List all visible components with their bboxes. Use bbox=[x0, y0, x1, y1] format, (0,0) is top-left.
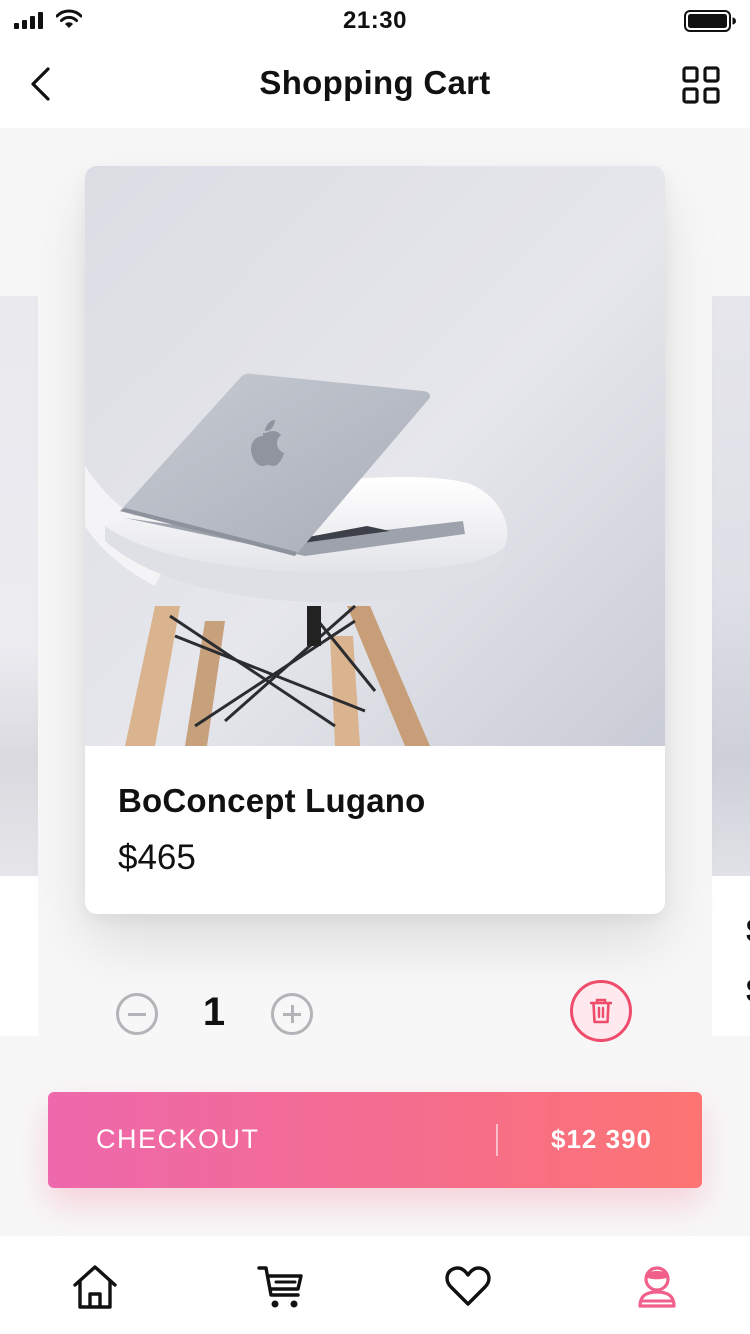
product-image bbox=[85, 166, 665, 746]
tab-profile[interactable] bbox=[632, 1262, 682, 1312]
quantity-value: 1 bbox=[202, 990, 226, 1034]
product-price: $465 bbox=[118, 838, 196, 877]
next-item-card: $ $ bbox=[712, 876, 750, 1036]
cart-icon bbox=[257, 1266, 303, 1308]
tab-favorites[interactable] bbox=[443, 1262, 493, 1312]
nav-bar: Shopping Cart bbox=[0, 40, 750, 128]
quantity-controls: 1 bbox=[116, 980, 636, 1042]
battery-icon bbox=[684, 10, 736, 32]
grid-view-icon[interactable] bbox=[682, 66, 720, 104]
status-bar: 21:30 bbox=[0, 0, 750, 40]
cart-item-card[interactable]: BoConcept Lugano $465 bbox=[85, 166, 665, 914]
checkout-button[interactable]: CHECKOUT $12 390 bbox=[48, 1092, 702, 1188]
bottom-tab-bar bbox=[0, 1236, 750, 1334]
delete-item-button[interactable] bbox=[570, 980, 632, 1042]
status-time: 21:30 bbox=[343, 7, 407, 34]
checkout-divider bbox=[496, 1124, 498, 1156]
increase-quantity-button[interactable] bbox=[271, 993, 313, 1035]
tab-cart[interactable] bbox=[256, 1262, 306, 1312]
next-item-name-fragment: $ bbox=[746, 912, 750, 950]
page-title: Shopping Cart bbox=[259, 64, 491, 101]
next-item-card-image[interactable] bbox=[712, 296, 750, 876]
previous-item-card-image[interactable] bbox=[0, 296, 38, 876]
previous-item-card bbox=[0, 876, 38, 1036]
heart-icon bbox=[445, 1266, 491, 1306]
product-name: BoConcept Lugano bbox=[118, 782, 426, 819]
checkout-label: CHECKOUT bbox=[96, 1124, 260, 1154]
checkout-total: $12 390 bbox=[551, 1124, 652, 1154]
trash-icon bbox=[590, 998, 612, 1024]
decrease-quantity-button[interactable] bbox=[116, 993, 158, 1035]
home-icon bbox=[73, 1265, 117, 1309]
next-item-price-fragment: $ bbox=[746, 972, 750, 1010]
user-icon bbox=[638, 1266, 676, 1308]
tab-home[interactable] bbox=[70, 1262, 120, 1312]
